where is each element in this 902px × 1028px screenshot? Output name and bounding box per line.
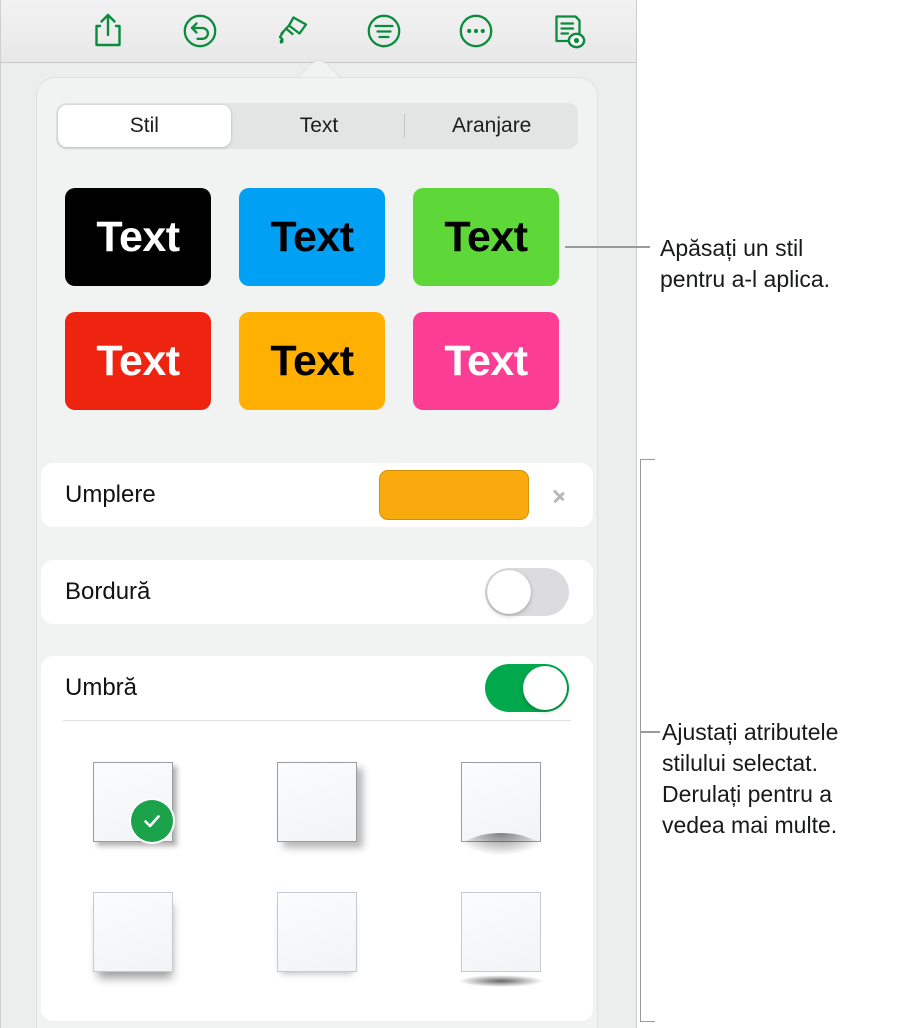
more-icon [457,12,495,50]
share-icon [91,12,125,50]
border-card: Bordură [41,560,593,624]
text-style-swatch[interactable]: Text [65,312,211,410]
shadow-style-option[interactable] [225,867,409,997]
text-style-swatch[interactable]: Text [65,188,211,286]
shadow-card: Umbră [41,656,593,1021]
shadow-label: Umbră [65,674,138,701]
tab-aranjare[interactable]: Aranjare [405,103,578,149]
shadow-preview-contact [92,892,173,972]
shadow-style-option[interactable] [225,737,409,867]
shadow-style-option[interactable] [41,867,225,997]
text-style-label: Text [96,336,180,385]
toolbar [1,0,636,63]
text-style-label: Text [270,336,354,385]
more-button[interactable] [430,0,522,62]
shadow-row[interactable]: Umbră [41,656,593,720]
text-style-swatch[interactable]: Text [413,312,559,410]
text-style-label: Text [444,336,528,385]
shadow-style-grid [41,721,593,1011]
popover-tabs: Stil Text Aranjare [56,103,578,149]
undo-button[interactable] [154,0,246,62]
callout-apply-style: Apăsați un stil pentru a-l aplica. [660,235,831,292]
fill-row[interactable]: Umplere [41,463,593,527]
text-style-swatch[interactable]: Text [239,312,385,410]
tab-stil[interactable]: Stil [58,105,231,147]
shadow-preview-drop [92,762,173,842]
paragraph-icon [365,12,403,50]
app-left-edge [0,0,1,1028]
document-preview-button[interactable] [522,0,614,62]
shadow-preview-soft [276,892,357,972]
callout-leader-line-1 [565,246,650,248]
shadow-preview-drop-large [276,762,357,842]
selected-check-icon [130,800,173,842]
text-style-grid: Text Text Text Text Text Text [65,188,570,410]
fill-label: Umplere [65,481,156,508]
tab-text[interactable]: Text [233,103,406,149]
shadow-preview-curl [455,762,546,855]
callout-adjust-attributes: Ajustați atributele stilului selectat. D… [662,719,839,838]
chevron-right-icon[interactable] [551,480,569,510]
tab-stil-label: Stil [129,114,159,137]
border-toggle[interactable] [485,568,569,616]
paragraph-button[interactable] [338,0,430,62]
shadow-style-option[interactable] [409,737,593,867]
undo-icon [181,12,219,50]
fill-color-swatch[interactable] [379,470,529,520]
text-style-label: Text [444,212,528,261]
shadow-toggle[interactable] [485,664,569,712]
border-row[interactable]: Bordură [41,560,593,624]
text-style-swatch[interactable]: Text [413,188,559,286]
format-brush-icon [272,11,312,51]
border-toggle-knob [487,570,531,614]
text-style-label: Text [96,212,180,261]
shadow-toggle-knob [523,666,567,710]
callout-leader-line-2 [640,731,660,733]
fill-card: Umplere [41,463,593,527]
shadow-style-option[interactable] [409,867,593,997]
format-button[interactable] [246,0,338,62]
tab-aranjare-label: Aranjare [451,114,532,137]
document-preview-icon [549,11,587,51]
shadow-preview-floating [457,892,544,987]
app-right-edge [636,0,637,1028]
text-style-label: Text [270,212,354,261]
share-button[interactable] [62,0,154,62]
callout-bracket [640,459,655,1022]
format-popover: Stil Text Aranjare Text Text Text Text T… [37,78,597,1028]
shadow-style-option[interactable] [41,737,225,867]
text-style-swatch[interactable]: Text [239,188,385,286]
tab-text-label: Text [299,114,339,137]
border-label: Bordură [65,578,151,605]
